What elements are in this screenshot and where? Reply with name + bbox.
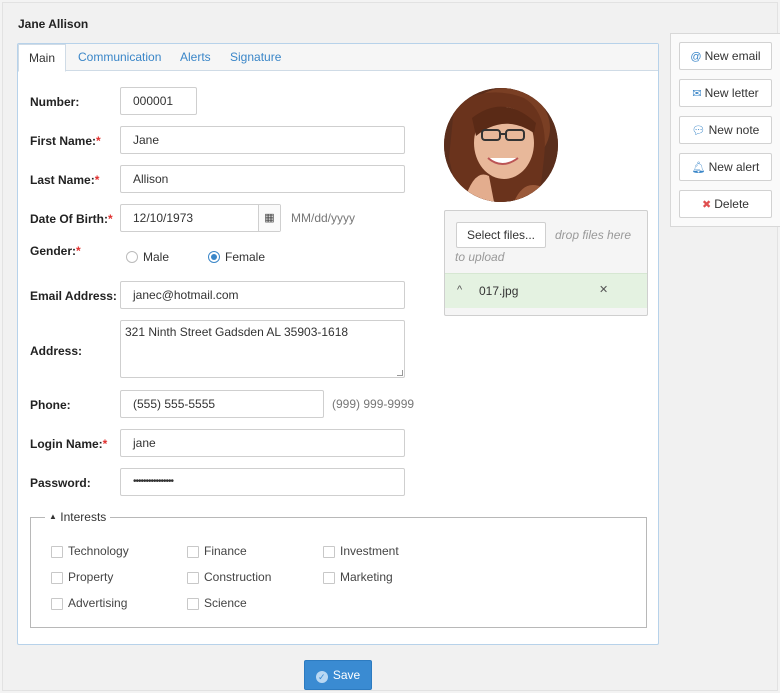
- gender-label: Gender:*: [30, 244, 81, 258]
- tab-communication[interactable]: Communication: [68, 44, 171, 72]
- phone-field[interactable]: (555) 555-5555: [120, 390, 324, 418]
- last-name-field[interactable]: Allison: [120, 165, 405, 193]
- new-alert-button[interactable]: 🔔︎ New alert: [679, 153, 772, 181]
- first-name-label: First Name:*: [30, 134, 101, 148]
- login-label: Login Name:*: [30, 437, 108, 451]
- tab-signature[interactable]: Signature: [220, 44, 291, 72]
- dob-format-hint: MM/dd/yyyy: [291, 211, 356, 225]
- actions-panel: @ New email ✉ New letter 💬︎ New note 🔔︎ New …: [670, 33, 780, 227]
- interest-science-checkbox[interactable]: [187, 598, 199, 610]
- email-label: Email Address:: [30, 289, 117, 303]
- calendar-icon[interactable]: ▦: [258, 205, 280, 231]
- tab-alerts[interactable]: Alerts: [170, 44, 221, 72]
- interest-technology-label[interactable]: Technology: [68, 544, 129, 558]
- main-panel: Main Communication Alerts Signature Numb…: [17, 43, 659, 645]
- number-field[interactable]: 000001: [120, 87, 197, 115]
- phone-label: Phone:: [30, 398, 71, 412]
- phone-format-hint: (999) 999-9999: [332, 397, 415, 411]
- interests-legend[interactable]: ▲ Interests: [45, 510, 111, 524]
- window: Jane Allison Main Communication Alerts S…: [2, 2, 780, 691]
- interest-marketing-label[interactable]: Marketing: [340, 570, 393, 584]
- interest-finance-label[interactable]: Finance: [204, 544, 247, 558]
- gender-female-radio[interactable]: [208, 251, 220, 263]
- number-label: Number:: [30, 95, 80, 109]
- interest-investment-label[interactable]: Investment: [340, 544, 399, 558]
- address-label: Address:: [30, 344, 83, 358]
- gender-female-label[interactable]: Female: [225, 250, 265, 264]
- check-circle-icon: ✓: [315, 671, 328, 683]
- password-label: Password:: [30, 476, 91, 490]
- select-files-button[interactable]: Select files...: [456, 222, 546, 248]
- email-field[interactable]: janec@hotmail.com: [120, 281, 405, 309]
- interest-investment-checkbox[interactable]: [323, 546, 335, 558]
- login-field[interactable]: jane: [120, 429, 405, 457]
- address-field[interactable]: 321 Ninth Street Gadsden AL 35903-1618: [120, 320, 405, 378]
- interest-property-label[interactable]: Property: [68, 570, 113, 584]
- bell-icon: 🔔︎: [691, 162, 706, 174]
- save-button[interactable]: ✓ Save: [304, 660, 372, 690]
- speech-bubble-icon: 💬︎: [691, 125, 706, 137]
- gender-male-label[interactable]: Male: [143, 250, 169, 264]
- drop-hint-line2: to upload: [455, 250, 505, 264]
- drop-hint-line1: drop files here: [555, 228, 632, 242]
- close-icon: ✖: [702, 199, 712, 211]
- interest-construction-checkbox[interactable]: [187, 572, 199, 584]
- first-name-field[interactable]: Jane: [120, 126, 405, 154]
- last-name-label: Last Name:*: [30, 173, 100, 187]
- envelope-icon: ✉: [692, 88, 702, 100]
- interest-construction-label[interactable]: Construction: [204, 570, 271, 584]
- tab-bar: Main Communication Alerts Signature: [18, 44, 658, 72]
- avatar: [444, 88, 558, 202]
- dob-value: 12/10/1973: [133, 211, 194, 225]
- interests-fieldset: ▲ Interests Technology Finance Investmen…: [30, 510, 647, 628]
- page-title: Jane Allison: [18, 17, 89, 31]
- new-letter-button[interactable]: ✉ New letter: [679, 79, 772, 107]
- chevron-up-icon[interactable]: ^: [457, 284, 462, 296]
- gender-male-radio[interactable]: [126, 251, 138, 263]
- resize-handle[interactable]: [397, 370, 403, 376]
- tab-main[interactable]: Main: [18, 44, 67, 72]
- collapse-caret-icon[interactable]: ▲: [49, 512, 57, 521]
- avatar-photo: [444, 88, 558, 202]
- at-icon: @: [690, 51, 702, 63]
- new-email-button[interactable]: @ New email: [679, 42, 772, 70]
- interest-science-label[interactable]: Science: [204, 596, 247, 610]
- new-note-button[interactable]: 💬︎ New note: [679, 116, 772, 144]
- uploaded-file-row: ^ 017.jpg ✕: [445, 273, 647, 308]
- file-name: 017.jpg: [479, 284, 519, 298]
- password-field[interactable]: ••••••••••••••••: [120, 468, 405, 496]
- interest-property-checkbox[interactable]: [51, 572, 63, 584]
- file-upload[interactable]: Select files... drop files here to uploa…: [444, 210, 648, 316]
- delete-button[interactable]: ✖ Delete: [679, 190, 772, 218]
- interest-finance-checkbox[interactable]: [187, 546, 199, 558]
- interest-technology-checkbox[interactable]: [51, 546, 63, 558]
- interest-advertising-label[interactable]: Advertising: [68, 596, 127, 610]
- interest-marketing-checkbox[interactable]: [323, 572, 335, 584]
- dob-label: Date Of Birth:*: [30, 212, 113, 226]
- interest-advertising-checkbox[interactable]: [51, 598, 63, 610]
- remove-file-icon[interactable]: ✕: [599, 283, 608, 296]
- dob-field[interactable]: 12/10/1973 ▦: [120, 204, 281, 232]
